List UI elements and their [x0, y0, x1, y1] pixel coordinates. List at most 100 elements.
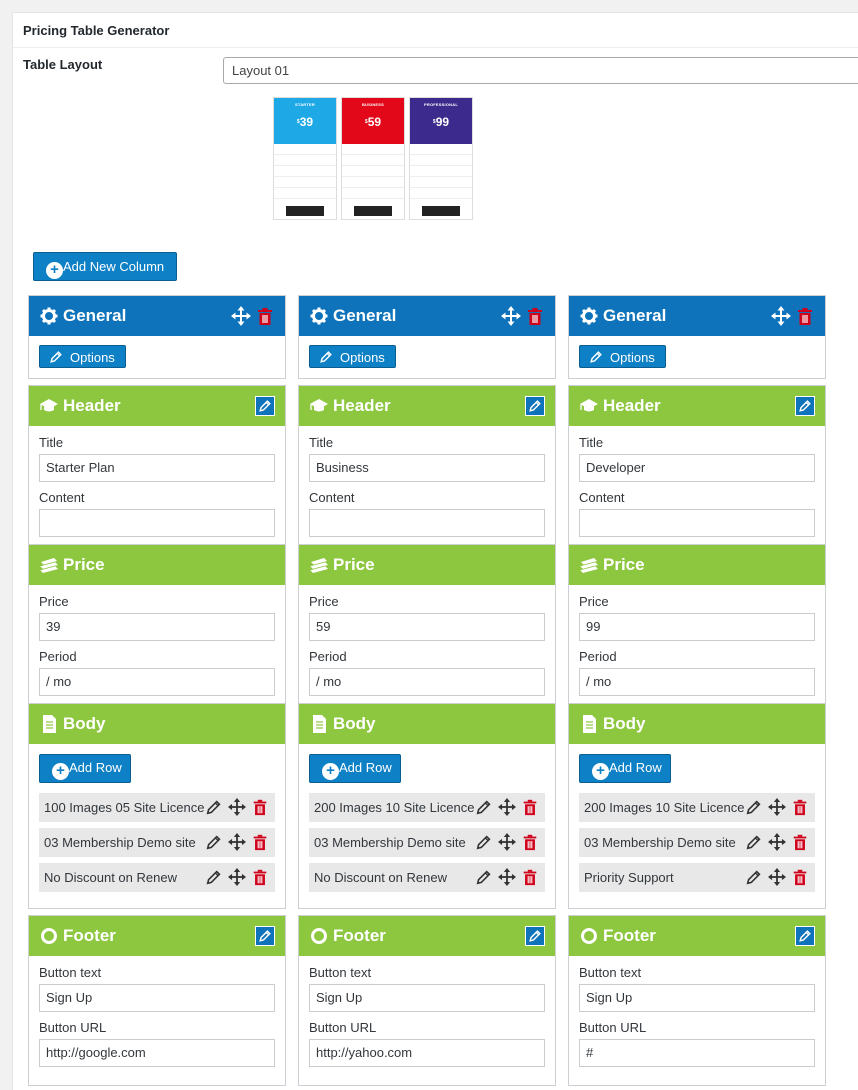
row-text: 03 Membership Demo site [314, 835, 466, 850]
text-input[interactable] [309, 509, 545, 537]
form-field: Period / mo [579, 649, 815, 696]
section-title: Header [63, 396, 121, 415]
edit-icon[interactable] [255, 926, 275, 946]
pencil-icon[interactable] [745, 833, 763, 851]
section-body: Options [29, 336, 285, 378]
edit-icon[interactable] [525, 396, 545, 416]
trash-icon[interactable] [791, 833, 809, 851]
preview-button [286, 206, 324, 216]
trash-icon[interactable] [251, 798, 269, 816]
move-icon[interactable] [768, 833, 786, 851]
text-input[interactable]: / mo [579, 668, 815, 696]
field-label: Button text [39, 965, 102, 980]
row-actions [740, 868, 809, 886]
row-text: 03 Membership Demo site [44, 835, 196, 850]
move-icon[interactable] [498, 868, 516, 886]
trash-icon[interactable] [795, 306, 815, 326]
move-icon[interactable] [498, 798, 516, 816]
edit-icon[interactable] [795, 926, 815, 946]
form-field: Button text Sign Up [309, 965, 545, 1012]
section-header: Header [569, 386, 825, 426]
trash-icon[interactable] [251, 868, 269, 886]
options-button[interactable]: Options [579, 345, 666, 368]
row-text: Priority Support [584, 870, 674, 885]
text-input[interactable]: http://yahoo.com [309, 1039, 545, 1067]
gear-icon [309, 306, 329, 326]
text-input[interactable]: Sign Up [579, 984, 815, 1012]
section-title: Body [63, 714, 106, 733]
edit-icon[interactable] [795, 396, 815, 416]
pencil-icon[interactable] [475, 798, 493, 816]
section-body: Price 99 Period / mo [569, 585, 825, 714]
trash-icon[interactable] [521, 833, 539, 851]
body-row: 200 Images 10 Site Licence [579, 793, 815, 822]
section-title: Price [603, 555, 645, 574]
trash-icon[interactable] [521, 798, 539, 816]
circle-icon [579, 926, 599, 946]
trash-icon[interactable] [791, 868, 809, 886]
section-actions [497, 306, 545, 326]
trash-icon[interactable] [791, 798, 809, 816]
section-body: Price 39 Period / mo [29, 585, 285, 714]
pencil-icon[interactable] [205, 868, 223, 886]
options-button[interactable]: Options [309, 345, 396, 368]
text-input[interactable]: # [579, 1039, 815, 1067]
form-field: Button URL http://yahoo.com [309, 1020, 545, 1067]
move-icon[interactable] [768, 868, 786, 886]
pencil-icon[interactable] [205, 798, 223, 816]
add-row-button[interactable]: + Add Row [39, 754, 131, 783]
trash-icon[interactable] [521, 868, 539, 886]
text-input[interactable] [39, 509, 275, 537]
section-title: Price [333, 555, 375, 574]
field-label: Button text [309, 965, 372, 980]
section-actions [227, 306, 275, 326]
money-icon [309, 555, 329, 575]
move-icon[interactable] [231, 306, 251, 326]
move-icon[interactable] [228, 868, 246, 886]
body-section: Body + Add Row 100 Images 05 Site Licence 03… [28, 703, 286, 909]
pencil-icon[interactable] [745, 798, 763, 816]
table-layout-select[interactable]: Layout 01 [223, 57, 858, 84]
trash-icon[interactable] [251, 833, 269, 851]
edit-icon[interactable] [255, 396, 275, 416]
text-input[interactable]: 59 [309, 613, 545, 641]
price-section: Price Price 59 Period / mo [298, 544, 556, 715]
text-input[interactable]: 99 [579, 613, 815, 641]
move-icon[interactable] [498, 833, 516, 851]
add-new-column-button[interactable]: + Add New Column [33, 252, 177, 281]
text-input[interactable]: Business [309, 454, 545, 482]
footer-section: Footer Button text Sign Up Button URL http:/… [28, 915, 286, 1086]
text-input[interactable]: / mo [309, 668, 545, 696]
move-icon[interactable] [228, 833, 246, 851]
row-text: No Discount on Renew [44, 870, 177, 885]
move-icon[interactable] [228, 798, 246, 816]
pencil-icon[interactable] [475, 833, 493, 851]
text-input[interactable]: Sign Up [309, 984, 545, 1012]
trash-icon[interactable] [525, 306, 545, 326]
options-button[interactable]: Options [39, 345, 126, 368]
add-row-button[interactable]: + Add Row [579, 754, 671, 783]
text-input[interactable]: Starter Plan [39, 454, 275, 482]
text-input[interactable]: 39 [39, 613, 275, 641]
move-icon[interactable] [501, 306, 521, 326]
pencil-icon[interactable] [475, 868, 493, 886]
section-header: Body [29, 704, 285, 744]
field-label: Period [39, 649, 77, 664]
trash-icon[interactable] [255, 306, 275, 326]
move-icon[interactable] [768, 798, 786, 816]
text-input[interactable]: / mo [39, 668, 275, 696]
text-input[interactable]: http://google.com [39, 1039, 275, 1067]
text-input[interactable] [579, 509, 815, 537]
row-actions [470, 833, 539, 851]
add-row-button[interactable]: + Add Row [309, 754, 401, 783]
text-input[interactable]: Sign Up [39, 984, 275, 1012]
form-field: Title Developer [579, 435, 815, 482]
text-input[interactable]: Developer [579, 454, 815, 482]
pencil-icon[interactable] [745, 868, 763, 886]
edit-icon[interactable] [525, 926, 545, 946]
preview-name: STARTER [295, 102, 315, 107]
body-row: 03 Membership Demo site [579, 828, 815, 857]
pencil-icon[interactable] [205, 833, 223, 851]
move-icon[interactable] [771, 306, 791, 326]
row-text: 200 Images 10 Site Licence [584, 800, 745, 815]
